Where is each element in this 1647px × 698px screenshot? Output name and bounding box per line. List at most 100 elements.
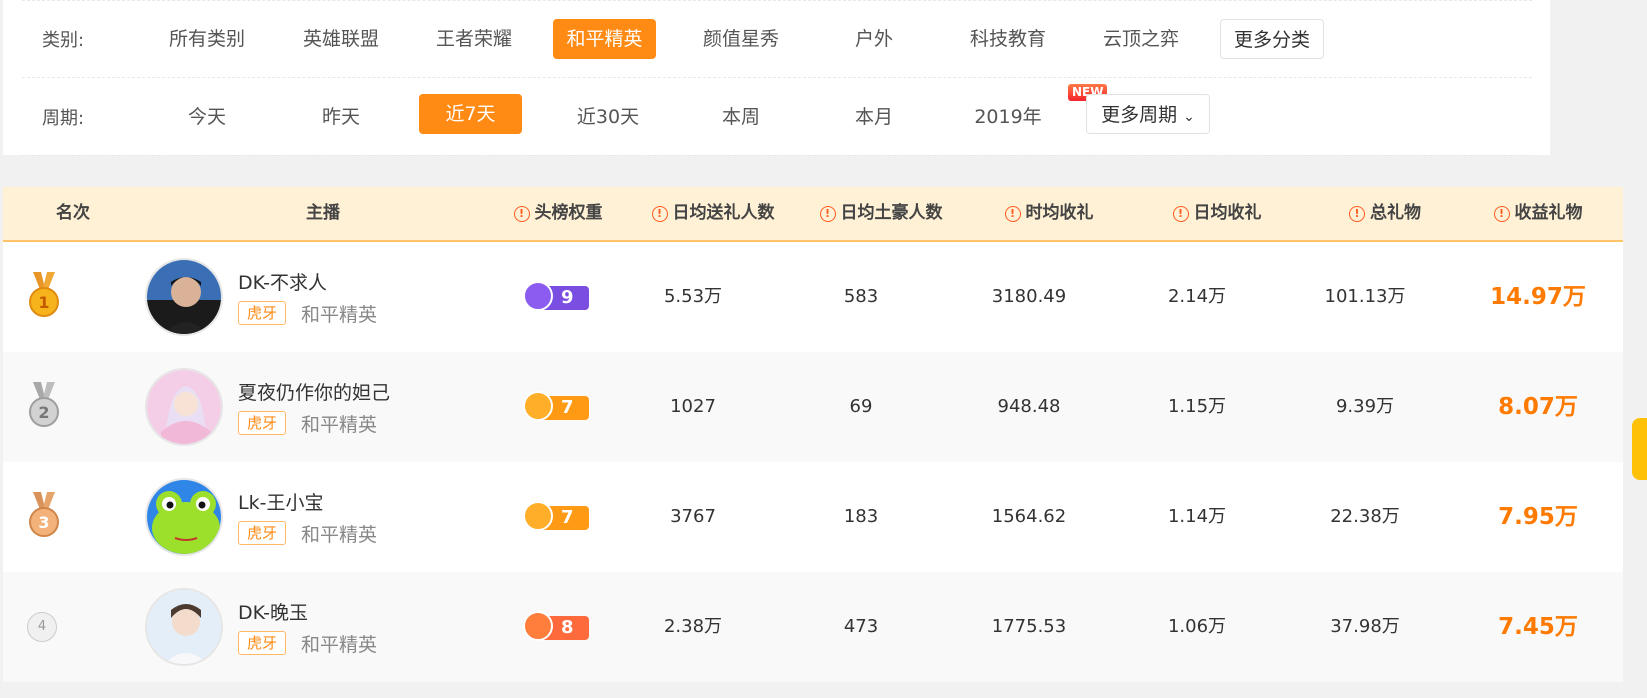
svg-text:1: 1 <box>38 293 49 312</box>
gold-medal-icon: 1 <box>29 272 59 317</box>
platform-tag: 虎牙 <box>238 631 287 655</box>
daily-income: 1.14万 <box>1167 506 1227 527</box>
period-last-7-days[interactable]: 近7天 <box>419 94 522 134</box>
daily-income: 2.14万 <box>1167 286 1227 307</box>
silver-medal-icon: 2 <box>29 382 59 427</box>
weight-badge: 7 <box>523 391 589 421</box>
period-2019[interactable]: 2019年 <box>953 97 1063 137</box>
ranking-table: 名次 主播 ! 头榜权重 ! 日均送礼人数 ! 日均土豪人数 ! 时均收礼 ! 日均收礼 … <box>3 187 1623 682</box>
category-honor-of-kings[interactable]: 王者荣耀 <box>419 19 529 59</box>
anchor-category: 和平精英 <box>301 524 378 546</box>
daily-tycoons: 183 <box>843 506 879 527</box>
svg-text:2: 2 <box>38 403 49 422</box>
anchor-category: 和平精英 <box>301 304 378 326</box>
weight-badge: 7 <box>523 501 589 531</box>
table-row[interactable]: 4 DK-晚玉 虎牙 和平精英 8 2.38万 473 1775.53 1.06… <box>3 572 1623 682</box>
weight-badge: 9 <box>523 281 589 311</box>
period-label: 周期: <box>42 107 85 129</box>
category-outdoor[interactable]: 户外 <box>819 19 929 59</box>
platform-tag: 虎牙 <box>238 301 287 325</box>
daily-gifters: 2.38万 <box>663 616 723 637</box>
info-icon: ! <box>1172 206 1189 222</box>
header-anchor: 主播 <box>306 203 340 223</box>
anchor-name[interactable]: DK-晚玉 <box>238 598 308 625</box>
category-tft[interactable]: 云顶之弈 <box>1086 19 1196 59</box>
total-gifts: 9.39万 <box>1335 396 1395 417</box>
header-daily-gifters[interactable]: ! 日均送礼人数 <box>623 187 803 240</box>
anchor-category: 和平精英 <box>301 634 378 656</box>
table-row[interactable]: 1 DK-不求人 虎牙 和平精英 9 5.53万 583 3180.49 2.1… <box>3 242 1623 352</box>
bronze-medal-icon: 3 <box>29 492 59 537</box>
header-daily-tycoons[interactable]: ! 日均土豪人数 <box>791 187 971 240</box>
more-categories-button[interactable]: 更多分类 <box>1220 19 1324 59</box>
avatar[interactable] <box>145 588 223 666</box>
anchor-name[interactable]: Lk-王小宝 <box>238 488 323 515</box>
total-gifts: 37.98万 <box>1330 616 1400 637</box>
daily-tycoons: 473 <box>843 616 879 637</box>
daily-income: 1.15万 <box>1167 396 1227 417</box>
category-lol[interactable]: 英雄联盟 <box>286 19 396 59</box>
hourly-income: 3180.49 <box>991 286 1067 307</box>
daily-gifters: 3767 <box>670 506 716 527</box>
daily-gifters: 5.53万 <box>663 286 723 307</box>
avatar[interactable] <box>145 258 223 336</box>
anchor-category: 和平精英 <box>301 414 378 436</box>
daily-gifters: 1027 <box>670 396 716 417</box>
category-peace-elite[interactable]: 和平精英 <box>553 19 656 59</box>
header-income-gifts[interactable]: ! 收益礼物 <box>1448 187 1628 240</box>
income-gifts: 8.07万 <box>1498 394 1578 420</box>
hourly-income: 948.48 <box>997 396 1061 417</box>
info-icon: ! <box>1493 206 1510 222</box>
header-top-weight[interactable]: ! 头榜权重 <box>493 187 623 240</box>
category-beauty-show[interactable]: 颜值星秀 <box>686 19 796 59</box>
period-today[interactable]: 今天 <box>152 97 262 137</box>
more-periods-dropdown[interactable]: 更多周期 ⌄ <box>1086 94 1210 134</box>
avatar[interactable] <box>145 478 223 556</box>
daily-tycoons: 583 <box>843 286 879 307</box>
total-gifts: 22.38万 <box>1330 506 1400 527</box>
platform-tag: 虎牙 <box>238 521 287 545</box>
table-row[interactable]: 3 Lk-王小宝 虎牙 和平精英 7 3767 183 1564.62 1.14… <box>3 462 1623 572</box>
crown-icon <box>523 281 553 311</box>
category-filter-row: 类别: 所有类别 英雄联盟 王者荣耀 和平精英 颜值星秀 户外 科技教育 云顶之… <box>22 0 1532 78</box>
moon-icon <box>523 501 553 531</box>
header-rank: 名次 <box>56 203 90 223</box>
period-filter-row: 周期: 今天 昨天 近7天 近30天 本周 本月 2019年 NEW 更多周期 ⌄ <box>22 78 1532 156</box>
table-row[interactable]: 2 夏夜仍作你的妲己 虎牙 和平精英 7 1027 69 948.48 1.15… <box>3 352 1623 462</box>
income-gifts: 14.97万 <box>1490 284 1586 310</box>
side-float-tab[interactable] <box>1632 418 1647 480</box>
anchor-name[interactable]: DK-不求人 <box>238 268 327 295</box>
filter-panel: 类别: 所有类别 英雄联盟 王者荣耀 和平精英 颜值星秀 户外 科技教育 云顶之… <box>3 0 1550 156</box>
info-icon: ! <box>651 206 668 222</box>
info-icon: ! <box>819 206 836 222</box>
header-daily-income[interactable]: ! 日均收礼 <box>1127 187 1307 240</box>
info-icon: ! <box>1004 206 1021 222</box>
svg-text:3: 3 <box>38 513 49 532</box>
income-gifts: 7.95万 <box>1498 504 1578 530</box>
category-all[interactable]: 所有类别 <box>152 19 262 59</box>
info-icon: ! <box>513 206 530 222</box>
income-gifts: 7.45万 <box>1498 614 1578 640</box>
category-tech-education[interactable]: 科技教育 <box>953 19 1063 59</box>
table-header: 名次 主播 ! 头榜权重 ! 日均送礼人数 ! 日均土豪人数 ! 时均收礼 ! 日均收礼 … <box>3 187 1623 242</box>
avatar[interactable] <box>145 368 223 446</box>
chevron-down-icon: ⌄ <box>1183 109 1195 125</box>
weight-badge: 8 <box>523 611 589 641</box>
hourly-income: 1775.53 <box>991 616 1067 637</box>
category-label: 类别: <box>42 30 85 51</box>
info-icon: ! <box>1349 206 1365 222</box>
total-gifts: 101.13万 <box>1324 286 1406 307</box>
period-yesterday[interactable]: 昨天 <box>286 97 396 137</box>
header-hourly-income[interactable]: ! 时均收礼 <box>959 187 1139 240</box>
anchor-name[interactable]: 夏夜仍作你的妲己 <box>238 378 390 405</box>
sun-icon <box>523 611 553 641</box>
daily-income: 1.06万 <box>1167 616 1227 637</box>
more-periods-label: 更多周期 <box>1101 104 1178 126</box>
hourly-income: 1564.62 <box>991 506 1067 527</box>
period-this-week[interactable]: 本周 <box>686 97 796 137</box>
moon-icon <box>523 391 553 421</box>
platform-tag: 虎牙 <box>238 411 287 435</box>
daily-tycoons: 69 <box>849 396 873 417</box>
period-this-month[interactable]: 本月 <box>819 97 929 137</box>
period-last-30-days[interactable]: 近30天 <box>553 97 663 137</box>
